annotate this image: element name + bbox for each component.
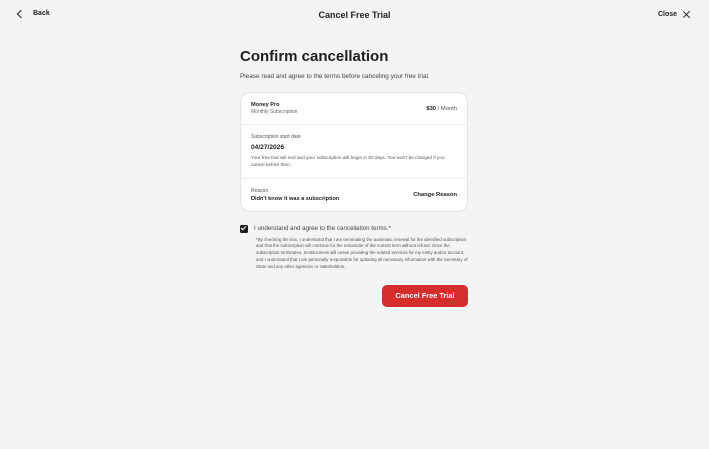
plan-type: Monthly Subscription [251, 109, 298, 115]
close-button[interactable]: Close [658, 10, 691, 19]
disclaimer-text: *By checking the box, I understand that … [256, 236, 468, 269]
reason-label: Reason [251, 187, 269, 194]
change-reason-link[interactable]: Change Reason [413, 192, 457, 198]
close-label: Close [657, 11, 677, 18]
close-icon [682, 10, 691, 19]
reason-value: Didn't know it was a subscription [251, 195, 340, 202]
page: Back Cancel Free Trial Close Confirm can… [0, 0, 709, 449]
price-amount: $30 [426, 105, 437, 112]
confirm-heading: Confirm cancellation [240, 48, 389, 65]
agree-label[interactable]: I understand and agree to the cancellati… [254, 225, 391, 232]
start-date-section: Subscription start date 04/27/2026 Your … [241, 125, 467, 179]
start-date-label: Subscription start date [251, 134, 301, 140]
page-title: Cancel Free Trial [318, 10, 391, 20]
instructions-text: Please read and agree to the terms befor… [240, 73, 430, 80]
reason-section: Reason Didn't know it was a subscription… [241, 179, 467, 211]
start-date-value: 04/27/2026 [251, 144, 285, 151]
plan-price: $30 / Month [426, 106, 457, 112]
agreement-row: I understand and agree to the cancellati… [240, 224, 468, 233]
main-content: Confirm cancellation Please read and agr… [240, 48, 468, 307]
agree-checkbox[interactable] [240, 224, 248, 233]
cancel-free-trial-button[interactable]: Cancel Free Trial [382, 284, 468, 307]
start-date-note: Your free trial will end and your subscr… [251, 155, 445, 167]
top-nav: Back Cancel Free Trial Close [0, 0, 709, 32]
plan-section: Money Pro Monthly Subscription $30 / Mon… [241, 93, 467, 125]
price-period: / Month [437, 105, 457, 112]
subscription-card: Money Pro Monthly Subscription $30 / Mon… [240, 92, 468, 212]
plan-name: Money Pro [251, 102, 280, 108]
actions-row: Cancel Free Trial [240, 284, 468, 307]
